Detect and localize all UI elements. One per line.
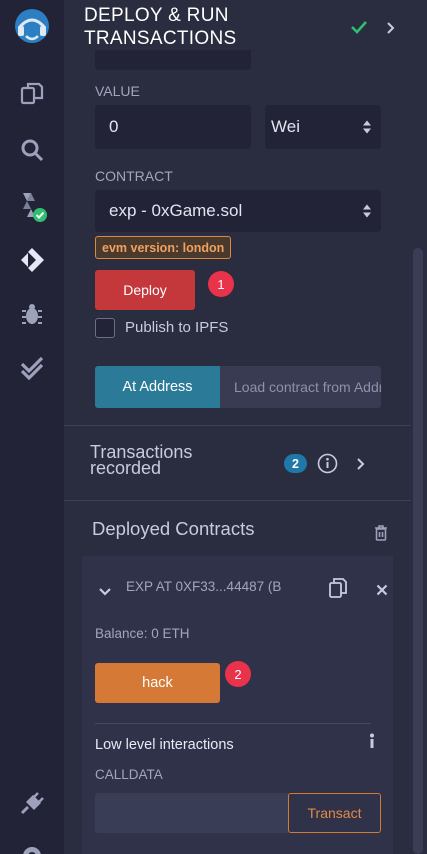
step-marker-1: 1 — [208, 271, 234, 297]
value-amount: 0 — [109, 117, 119, 136]
close-icon[interactable] — [376, 581, 388, 600]
icon-sidebar — [0, 0, 64, 854]
balance-label: Balance: 0 ETH — [95, 626, 190, 641]
value-input[interactable]: 0 — [95, 105, 251, 149]
transactions-recorded-label[interactable]: Transactions recorded — [90, 443, 192, 478]
low-level-title: Low level interactions — [95, 737, 234, 753]
info-icon[interactable] — [317, 453, 338, 478]
transactions-count-badge: 2 — [284, 454, 307, 473]
chevron-down-icon[interactable] — [98, 582, 112, 601]
step-marker-2: 2 — [225, 661, 251, 687]
deploy-button[interactable]: Deploy — [95, 270, 195, 310]
panel-title-line2: TRANSACTIONS — [84, 28, 237, 49]
section-divider — [64, 425, 411, 426]
debugger-icon[interactable] — [14, 296, 50, 332]
chevron-right-icon[interactable] — [356, 456, 366, 475]
evm-version-badge: evm version: london — [95, 236, 232, 259]
chevron-right-icon[interactable] — [386, 20, 396, 39]
hack-button[interactable]: hack — [95, 663, 220, 703]
value-unit: Wei — [271, 117, 300, 136]
info-icon[interactable] — [368, 733, 376, 753]
calldata-label: CALLDATA — [95, 767, 163, 782]
transact-button[interactable]: Transact — [288, 793, 381, 833]
settings-icon[interactable] — [14, 838, 50, 854]
remix-logo-icon[interactable] — [12, 6, 52, 46]
value-label: VALUE — [95, 83, 140, 99]
gas-limit-input[interactable] — [95, 50, 251, 70]
load-contract-placeholder: Load contract from Address — [234, 379, 381, 395]
file-explorer-icon[interactable] — [14, 76, 50, 112]
contract-label: CONTRACT — [95, 168, 173, 184]
select-arrows-icon — [363, 204, 371, 218]
transactions-label-line2: recorded — [90, 458, 162, 478]
copy-icon[interactable] — [328, 577, 348, 603]
check-icon — [350, 19, 368, 38]
contract-select[interactable]: exp - 0xGame.sol — [95, 190, 381, 232]
select-arrows-icon — [363, 120, 371, 134]
testing-icon[interactable] — [14, 350, 50, 386]
scrollbar-thumb[interactable] — [413, 248, 423, 854]
value-unit-select[interactable]: Wei — [265, 105, 381, 149]
load-contract-input[interactable]: Load contract from Address — [220, 366, 381, 408]
plugin-manager-icon[interactable] — [14, 786, 50, 822]
deployed-contracts-title: Deployed Contracts — [92, 518, 255, 539]
contract-selected: exp - 0xGame.sol — [109, 201, 243, 220]
solidity-compiler-icon[interactable] — [14, 188, 50, 224]
at-address-button[interactable]: At Address — [95, 366, 220, 408]
section-divider — [64, 500, 411, 501]
remix-ide: DEPLOY & RUN TRANSACTIONS VALUE 0 Wei CO… — [0, 0, 427, 854]
trash-icon[interactable] — [374, 525, 388, 545]
publish-ipfs-checkbox[interactable] — [95, 318, 115, 338]
search-icon[interactable] — [14, 132, 50, 168]
panel-title-line1: DEPLOY & RUN — [84, 5, 229, 26]
panel-title: DEPLOY & RUN TRANSACTIONS — [84, 4, 314, 50]
card-divider — [95, 723, 371, 724]
calldata-input[interactable] — [95, 793, 289, 833]
deploy-run-icon[interactable] — [14, 242, 50, 278]
contract-instance-label[interactable]: EXP AT 0XF33...44487 (B — [126, 579, 316, 594]
publish-ipfs-label: Publish to IPFS — [125, 319, 229, 336]
